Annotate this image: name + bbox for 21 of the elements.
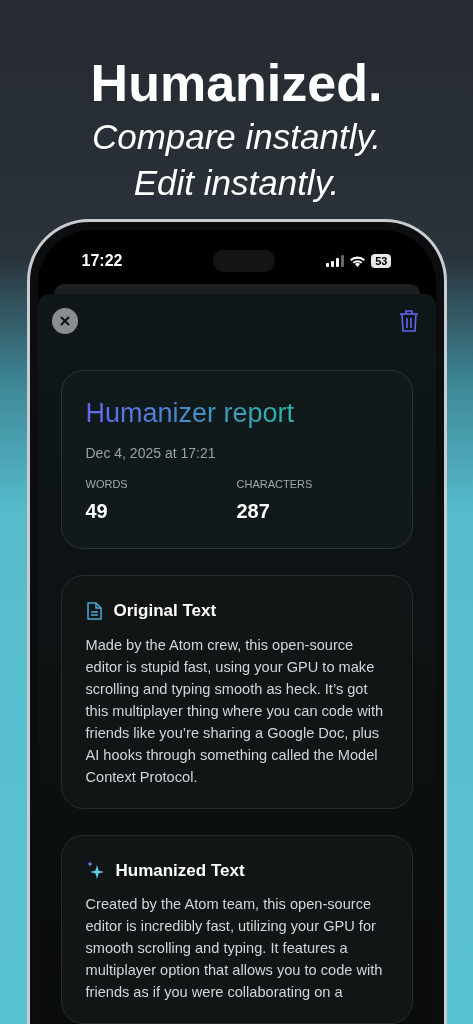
battery-indicator: 53 [371,253,392,268]
report-date: Dec 4, 2025 at 17:21 [85,443,217,463]
stat-label: WORDS [85,476,129,492]
section-text: Made by the Atom crew, this open-source editor is stupid fast, using your GPU to make scrolling and typing smooth as heck. It’s got this multiplayer thing where you can code with friends like you’re sharing a Google Doc, plus AI hooks through something called the Model Context Protocol. [85,635,385,787]
close-icon [59,315,70,326]
section-title: Original Text [113,600,217,622]
stat-value: 49 [85,499,109,524]
subtitle-line: Compare instantly. [91,116,382,158]
stat-label: CHARACTERS [236,476,314,492]
sparkle-icon [85,861,104,880]
wifi-icon [349,254,367,267]
status-time: 17:22 [81,250,123,271]
section-text: Created by the Atom team, this open-source editor is incredibly fast, utilizing your GPU for smooth scrolling and typing. It features a multiplayer option that allows you to code with friends as if you were collaborating on a [85,895,384,1002]
section-title: Humanized Text [115,859,245,882]
headline: Humanized. [90,53,383,114]
close-button[interactable] [51,307,78,334]
stat-value: 287 [236,499,271,524]
document-icon [85,601,102,620]
subtitle-line: Edit instantly. [133,162,340,204]
trash-icon [398,308,419,333]
signal-icon [326,254,345,267]
